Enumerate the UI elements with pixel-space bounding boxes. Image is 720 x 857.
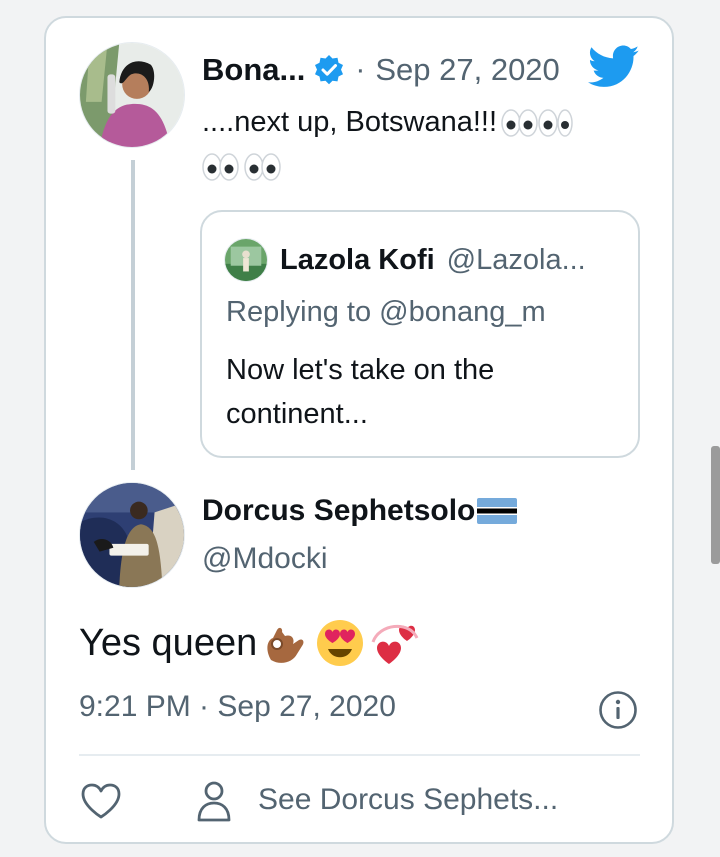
parent-author-avatar[interactable] bbox=[79, 42, 185, 148]
tweet-timestamp[interactable]: 9:21 PM · Sep 27, 2020 bbox=[79, 690, 396, 724]
botswana-flag-icon bbox=[477, 498, 518, 524]
parent-tweet-date[interactable]: Sep 27, 2020 bbox=[375, 52, 559, 88]
like-heart-icon[interactable] bbox=[80, 782, 122, 820]
profile-person-icon[interactable] bbox=[196, 780, 232, 822]
ok-hand-emoji-icon bbox=[261, 620, 307, 666]
parent-tweet-body: ....next up, Botswana!!! bbox=[202, 106, 497, 138]
main-author-avatar[interactable] bbox=[79, 482, 185, 588]
main-author-name-row: Dorcus Sephetsolo bbox=[202, 494, 518, 528]
quoted-author-name[interactable]: Lazola Kofi bbox=[280, 244, 435, 277]
replying-to-label[interactable]: Replying to @bonang_m bbox=[226, 296, 546, 329]
main-author-name[interactable]: Dorcus Sephetsolo bbox=[202, 494, 475, 528]
see-more-link[interactable]: See Dorcus Sephets... bbox=[258, 783, 558, 817]
quoted-author-handle[interactable]: @Lazola... bbox=[447, 244, 586, 277]
info-icon[interactable] bbox=[598, 690, 638, 730]
quoted-tweet[interactable]: Lazola Kofi @Lazola... Replying to @bona… bbox=[200, 210, 640, 458]
parent-tweet-text: ....next up, Botswana!!! bbox=[202, 100, 642, 188]
verified-badge-icon bbox=[313, 54, 345, 86]
divider bbox=[79, 754, 640, 756]
quoted-tweet-text: Now let's take on the continent... bbox=[226, 354, 495, 430]
thread-connector-line bbox=[131, 160, 135, 470]
header-separator: · bbox=[355, 53, 366, 86]
quoted-tweet-header: Lazola Kofi @Lazola... bbox=[224, 238, 586, 282]
revolving-hearts-emoji-icon bbox=[369, 618, 421, 668]
eyes-emoji-icon bbox=[202, 152, 290, 182]
parent-tweet-header: Bona... · Sep 27, 2020 bbox=[202, 50, 560, 90]
main-author-handle[interactable]: @Mdocki bbox=[202, 542, 327, 576]
eyes-emoji-icon bbox=[501, 108, 573, 138]
twitter-bird-icon[interactable] bbox=[587, 44, 640, 90]
main-tweet-text-row: Yes queen bbox=[79, 616, 421, 670]
quoted-author-avatar[interactable] bbox=[224, 238, 268, 282]
main-tweet-text: Yes queen bbox=[79, 622, 258, 664]
parent-author-name[interactable]: Bona... bbox=[202, 52, 305, 88]
page-scrollbar[interactable] bbox=[711, 446, 720, 564]
heart-eyes-emoji-icon bbox=[315, 618, 365, 668]
